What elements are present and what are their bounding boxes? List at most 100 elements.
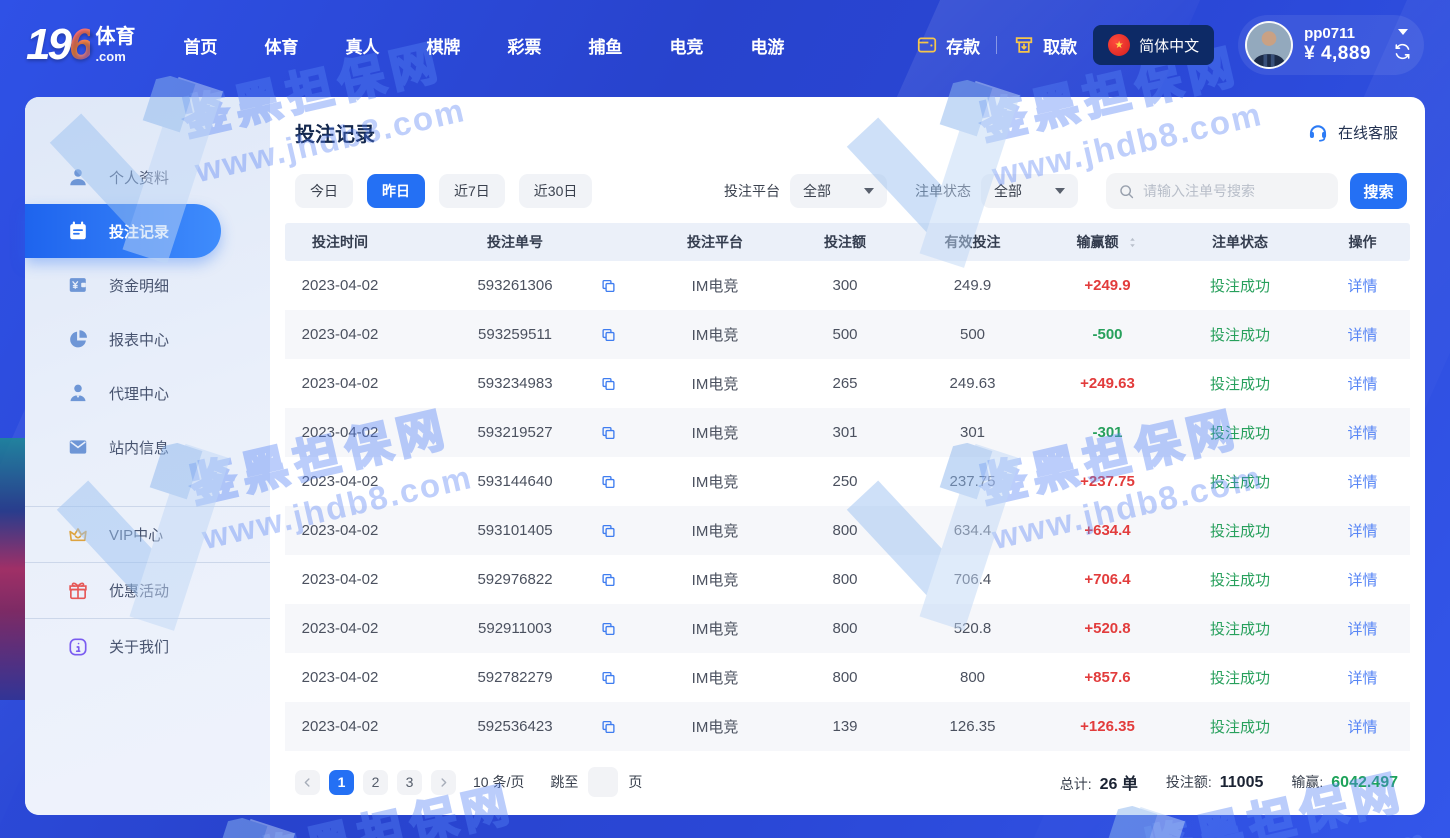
- sidebar-item-代理中心[interactable]: 代理中心: [25, 366, 270, 420]
- copy-icon[interactable]: [600, 620, 617, 637]
- divider: [996, 36, 997, 54]
- detail-link[interactable]: 详情: [1315, 716, 1410, 737]
- cell-win-loss: +237.75: [1050, 473, 1165, 490]
- copy-icon[interactable]: [600, 326, 617, 343]
- column-header-label: 输赢额: [1077, 232, 1119, 252]
- summary-total-value: 26 单: [1100, 770, 1138, 794]
- nav-item-1[interactable]: 首页: [183, 33, 217, 58]
- cell-win-loss: +706.4: [1050, 571, 1165, 588]
- chevron-left-icon: [301, 776, 314, 789]
- cell-bet-time: 2023-04-02: [285, 571, 395, 588]
- copy-icon[interactable]: [600, 375, 617, 392]
- page-button-1[interactable]: 1: [329, 770, 354, 795]
- cell-platform: IM电竞: [635, 667, 795, 688]
- date-tab-昨日[interactable]: 昨日: [367, 174, 425, 208]
- cell-bet-time: 2023-04-02: [285, 375, 395, 392]
- nav-item-6[interactable]: 捕鱼: [588, 33, 622, 58]
- detail-link[interactable]: 详情: [1315, 471, 1410, 492]
- sidebar-item-label: 站内信息: [109, 437, 169, 458]
- user-account-menu[interactable]: pp0711 ¥ 4,889: [1238, 15, 1424, 75]
- nav-item-3[interactable]: 真人: [345, 33, 379, 58]
- copy-icon[interactable]: [600, 522, 617, 539]
- online-support-link[interactable]: 在线客服: [1307, 121, 1398, 143]
- refresh-balance-icon[interactable]: [1393, 42, 1412, 61]
- order-number: 592911003: [478, 620, 552, 637]
- main-menu: 首页 体育 真人 棋牌 彩票 捕鱼 电竞 电游: [183, 33, 784, 58]
- jump-page-input[interactable]: [588, 767, 618, 797]
- sidebar-item-站内信息[interactable]: 站内信息: [25, 420, 270, 474]
- cell-bet-amount: 301: [795, 424, 895, 441]
- page-button-2[interactable]: 2: [363, 770, 388, 795]
- detail-link[interactable]: 详情: [1315, 324, 1410, 345]
- search-button[interactable]: 搜索: [1350, 173, 1407, 209]
- sort-icon[interactable]: [1126, 236, 1139, 249]
- nav-item-5[interactable]: 彩票: [507, 33, 541, 58]
- platform-select[interactable]: 全部: [790, 174, 887, 208]
- summary-total: 总计: 26 单: [1060, 770, 1138, 794]
- cell-valid-bet: 249.63: [895, 375, 1050, 392]
- sidebar-item-个人资料[interactable]: 个人资料: [25, 150, 270, 204]
- sidebar-item-报表中心[interactable]: 报表中心: [25, 312, 270, 366]
- table-footer: 123 10 条/页 跳至 页 总计: 26 单 投注额: 11005: [285, 753, 1410, 815]
- copy-icon[interactable]: [600, 424, 617, 441]
- nav-item-4[interactable]: 棋牌: [426, 33, 460, 58]
- detail-link[interactable]: 详情: [1315, 618, 1410, 639]
- column-header-有效投注: 有效投注: [895, 232, 1050, 252]
- language-selector[interactable]: ★ 简体中文: [1093, 25, 1214, 65]
- date-tab-近30日[interactable]: 近30日: [519, 174, 593, 208]
- nav-item-7[interactable]: 电竞: [669, 33, 703, 58]
- copy-icon[interactable]: [600, 277, 617, 294]
- cell-status: 投注成功: [1165, 569, 1315, 590]
- agent-icon: [67, 382, 89, 404]
- copy-icon[interactable]: [600, 669, 617, 686]
- detail-link[interactable]: 详情: [1315, 569, 1410, 590]
- detail-link[interactable]: 详情: [1315, 667, 1410, 688]
- date-tab-今日[interactable]: 今日: [295, 174, 353, 208]
- detail-link[interactable]: 详情: [1315, 520, 1410, 541]
- sidebar-item-资金明细[interactable]: 资金明细: [25, 258, 270, 312]
- per-page-select[interactable]: 10 条/页: [473, 772, 524, 792]
- watermark-line2: www.jhdb8.com: [264, 833, 541, 838]
- page-buttons: 123: [329, 770, 431, 795]
- cell-win-loss: +857.6: [1050, 669, 1165, 686]
- order-number: 592976822: [477, 571, 552, 588]
- sidebar-item-优惠活动[interactable]: 优惠活动: [25, 562, 270, 618]
- withdraw-button[interactable]: 取款: [1013, 33, 1077, 58]
- sidebar-item-投注记录[interactable]: 投注记录: [25, 204, 221, 258]
- chevron-right-icon: [437, 776, 450, 789]
- headset-icon: [1307, 121, 1329, 143]
- detail-link[interactable]: 详情: [1315, 275, 1410, 296]
- page-button-3[interactable]: 3: [397, 770, 422, 795]
- sidebar-item-VIP中心[interactable]: VIP中心: [25, 506, 270, 562]
- china-flag-icon: ★: [1108, 34, 1130, 56]
- cell-platform: IM电竞: [635, 373, 795, 394]
- detail-link[interactable]: 详情: [1315, 373, 1410, 394]
- nav-item-2[interactable]: 体育: [264, 33, 298, 58]
- sidebar-item-label: 资金明细: [109, 275, 169, 296]
- sidebar-item-关于我们[interactable]: 关于我们: [25, 618, 270, 674]
- table-row: 2023-04-02593219527IM电竞301301-301投注成功详情: [285, 408, 1410, 457]
- nav-item-8[interactable]: 电游: [750, 33, 784, 58]
- table-body: 2023-04-02593261306IM电竞300249.9+249.9投注成…: [285, 261, 1410, 751]
- deposit-button[interactable]: 存款: [916, 33, 980, 58]
- cell-order-number: 593144640: [395, 473, 635, 490]
- cell-status: 投注成功: [1165, 471, 1315, 492]
- status-select[interactable]: 全部: [981, 174, 1078, 208]
- order-search-input[interactable]: [1143, 183, 1326, 199]
- chevron-down-icon: [864, 188, 874, 194]
- report-icon: [67, 328, 89, 350]
- info-icon: [67, 636, 89, 658]
- page-unit-label: 页: [628, 772, 642, 792]
- copy-icon[interactable]: [600, 473, 617, 490]
- page-title: 投注记录: [295, 118, 375, 147]
- chevron-down-icon: [1398, 29, 1408, 35]
- next-page-button[interactable]: [431, 770, 456, 795]
- copy-icon[interactable]: [600, 718, 617, 735]
- column-header-注单状态: 注单状态: [1165, 232, 1315, 252]
- detail-link[interactable]: 详情: [1315, 422, 1410, 443]
- date-tab-近7日[interactable]: 近7日: [439, 174, 505, 208]
- copy-icon[interactable]: [600, 571, 617, 588]
- brand-logo[interactable]: 196 体育 .com: [26, 20, 135, 70]
- records-icon: [67, 220, 89, 242]
- prev-page-button[interactable]: [295, 770, 320, 795]
